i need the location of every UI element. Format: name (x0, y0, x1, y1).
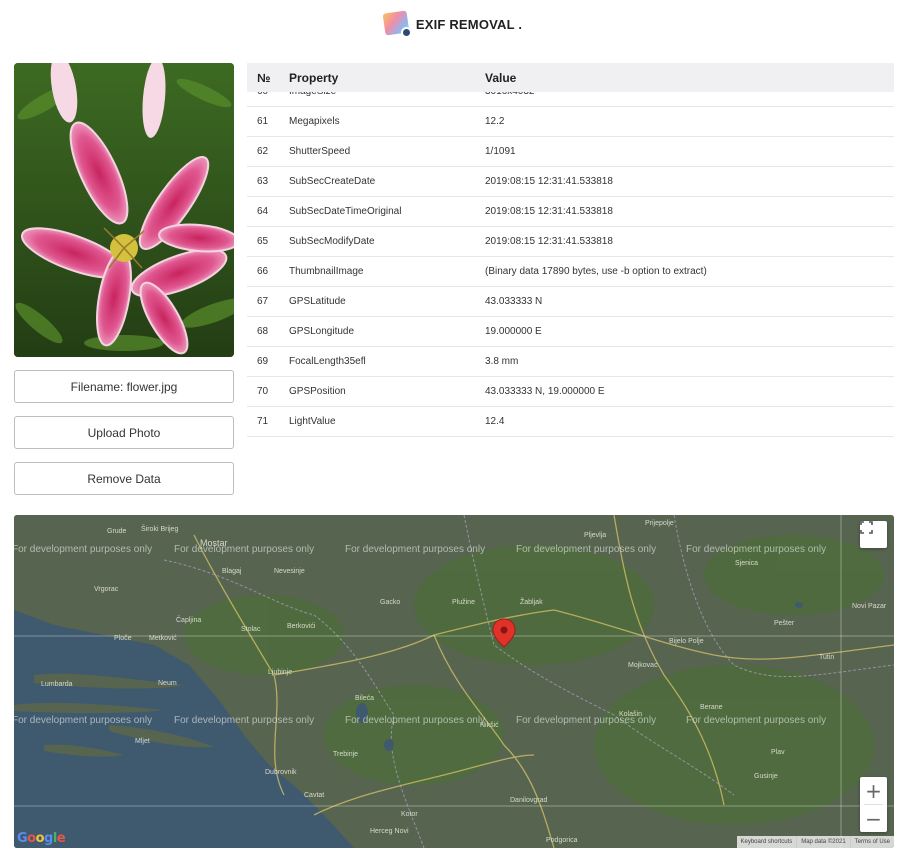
map-watermark: For development purposes only (14, 544, 153, 555)
remove-data-label: Remove Data (87, 471, 161, 486)
map-place-label: Ploče (114, 635, 132, 642)
map-place-label: Široki Brijeg (141, 526, 179, 533)
table-row: 65 SubSecModifyDate 2019:08:15 12:31:41.53… (247, 227, 894, 257)
app-header: EXIF REMOVAL . (0, 8, 904, 40)
upload-photo-label: Upload Photo (87, 425, 161, 440)
google-logo[interactable]: Google (17, 831, 66, 846)
table-row: 66 ThumbnailImage (Binary data 17890 bytes… (247, 257, 894, 287)
map-place-label: Tutin (819, 654, 835, 661)
zoom-control: + − (860, 777, 887, 832)
map-place-label: Plužine (452, 599, 475, 606)
location-map[interactable]: For development purposes only For develo… (14, 515, 894, 848)
map-place-label: Bileća (355, 695, 375, 702)
map-place-label: Pljevlja (584, 532, 607, 539)
table-row: 67 GPSLatitude 43.033333 N (247, 287, 894, 317)
map-watermark: For development purposes only (174, 544, 315, 555)
keyboard-shortcuts-link[interactable]: Keyboard shortcuts (737, 836, 797, 848)
map-place-label: Ljubinje (268, 669, 293, 676)
upload-photo-button[interactable]: Upload Photo (14, 416, 234, 449)
map-place-label: Grude (107, 528, 127, 535)
map-watermark: For development purposes only (686, 715, 827, 726)
map-place-label: Dubrovnik (265, 769, 297, 776)
filename-label: Filename: flower.jpg (70, 379, 178, 394)
map-place-label: Trebinje (333, 751, 359, 758)
map-watermark: For development purposes only (686, 544, 827, 555)
map-place-label: Nevesinje (274, 568, 305, 575)
map-watermark: For development purposes only (516, 544, 657, 555)
map-place-label: Cavtat (304, 792, 325, 799)
map-place-label: Gacko (380, 599, 401, 606)
map-place-label: Danilovgrad (510, 797, 548, 804)
map-place-label: Sjenica (735, 560, 758, 567)
map-place-label: Berane (700, 704, 723, 711)
table-row: 64 SubSecDateTimeOriginal 2019:08:15 12:31… (247, 197, 894, 227)
map-place-label: Vrgorac (94, 586, 119, 593)
map-place-label: Žabljak (520, 599, 543, 606)
fullscreen-button[interactable] (860, 521, 887, 548)
table-row: 71 LightValue 12.4 (247, 407, 894, 437)
table-row: 61 Megapixels 12.2 (247, 107, 894, 137)
map-place-label: Kolašin (619, 711, 642, 718)
map-place-label: Neum (158, 680, 177, 687)
map-place-label: Berkovići (287, 623, 316, 630)
zoom-out-button[interactable]: − (860, 805, 887, 832)
table-row: 69 FocalLength35efl 3.8 mm (247, 347, 894, 377)
flower-image (14, 63, 234, 357)
filename-button[interactable]: Filename: flower.jpg (14, 370, 234, 403)
fullscreen-icon (860, 521, 873, 534)
header-property: Property (289, 70, 339, 85)
terms-of-use-link[interactable]: Terms of Use (849, 836, 894, 848)
app-logo (382, 10, 412, 38)
header-value: Value (485, 70, 517, 85)
map-place-label: Plav (771, 749, 785, 756)
exif-table[interactable]: № Property Value 60ImageSize3016x4032 61… (247, 63, 894, 443)
zoom-in-button[interactable]: + (860, 777, 887, 804)
map-place-label: Gusinje (754, 773, 778, 780)
map-place-label: Čapljina (176, 617, 202, 624)
map-place-label: Kotor (401, 811, 418, 818)
map-terrain (14, 515, 894, 848)
map-watermark: For development purposes only (345, 715, 486, 726)
map-place-label: Herceg Novi (370, 828, 409, 835)
map-place-label: Nikšić (480, 722, 499, 729)
table-row: 68 GPSLongitude 19.000000 E (247, 317, 894, 347)
map-attribution: Keyboard shortcuts Map data ©2021 Terms … (736, 836, 894, 848)
app-title: EXIF REMOVAL . (415, 16, 523, 32)
map-watermark: For development purposes only (14, 715, 153, 726)
table-row: 70 GPSPosition 43.033333 N, 19.000000 E (247, 377, 894, 407)
table-row: 63 SubSecCreateDate 2019:08:15 12:31:41.53… (247, 167, 894, 197)
map-watermark: For development purposes only (345, 544, 486, 555)
map-place-label: Mojkovac (628, 662, 658, 669)
map-place-label: Metković (149, 635, 177, 642)
map-place-label: Prijepolje (645, 520, 674, 527)
map-place-label: Bijelo Polje (669, 638, 704, 645)
map-watermark: For development purposes only (174, 715, 315, 726)
map-place-label: Lumbarda (41, 681, 73, 688)
table-body: 60ImageSize3016x4032 61Megapixels12.2 62… (247, 77, 894, 437)
map-data-label: Map data ©2021 (796, 836, 849, 848)
map-place-label: Blagaj (222, 568, 242, 575)
uploaded-photo (14, 63, 234, 357)
map-place-label: Podgorica (546, 837, 578, 844)
map-place-label: Mljet (135, 738, 150, 745)
map-place-label: Stolac (241, 626, 261, 633)
map-place-label: Mostar (200, 538, 228, 548)
table-row: 62 ShutterSpeed 1/1091 (247, 137, 894, 167)
map-place-label: Pešter (774, 620, 795, 627)
map-place-label: Novi Pazar (852, 603, 887, 610)
header-number: № (257, 70, 271, 85)
table-header: № Property Value (247, 63, 894, 92)
remove-data-button[interactable]: Remove Data (14, 462, 234, 495)
